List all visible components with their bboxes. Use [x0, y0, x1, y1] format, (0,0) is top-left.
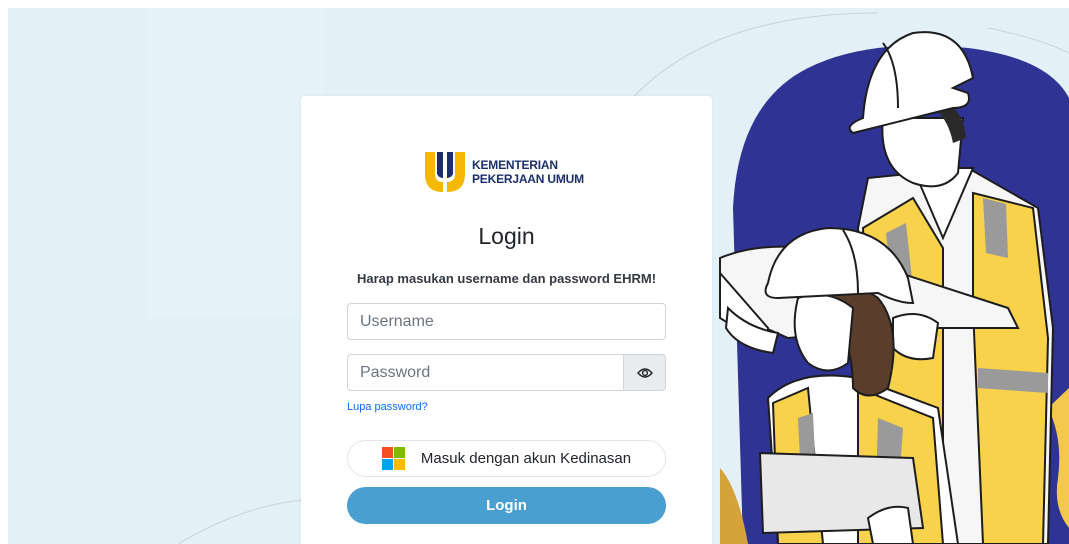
- login-submit-button[interactable]: Login: [347, 487, 666, 524]
- logo-line-1: KEMENTERIAN: [472, 158, 558, 172]
- forgot-password-link[interactable]: Lupa password?: [347, 401, 428, 413]
- sso-login-button[interactable]: Masuk dengan akun Kedinasan: [347, 440, 666, 477]
- sso-login-label: Masuk dengan akun Kedinasan: [420, 450, 632, 467]
- password-input[interactable]: [347, 354, 624, 391]
- login-instruction: Harap masukan username dan password EHRM…: [356, 271, 657, 286]
- username-input[interactable]: [347, 303, 666, 340]
- pu-logo-icon: [425, 152, 465, 192]
- logo-wordmark: KEMENTERIAN PEKERJAAN UMUM: [472, 158, 584, 186]
- login-title: Login: [478, 223, 535, 249]
- microsoft-icon: [381, 447, 405, 470]
- password-field-group: [347, 354, 666, 391]
- logo-line-2: PEKERJAAN UMUM: [472, 172, 584, 186]
- eye-icon: [636, 367, 653, 378]
- toggle-password-visibility-button[interactable]: [624, 354, 666, 391]
- login-card: KEMENTERIAN PEKERJAAN UMUM Login Harap m…: [301, 96, 712, 544]
- institution-logo: KEMENTERIAN PEKERJAAN UMUM: [423, 150, 584, 194]
